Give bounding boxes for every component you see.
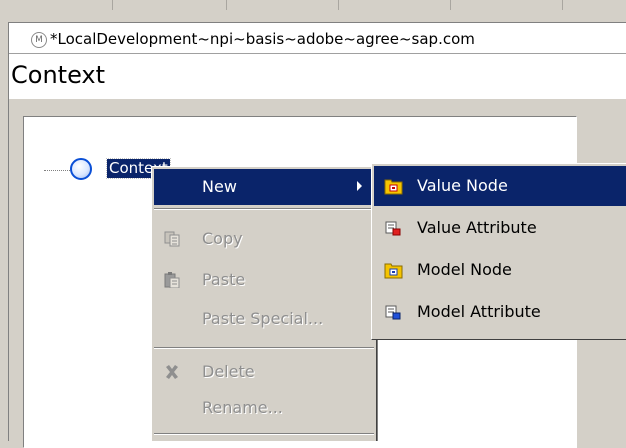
context-menu: New Copy Paste Paste Special... Delete R… bbox=[151, 166, 377, 441]
value-attribute-icon bbox=[385, 221, 401, 236]
submenu-item-value-node[interactable]: Value Node bbox=[374, 166, 626, 206]
copy-icon bbox=[164, 231, 180, 247]
strip-divider bbox=[562, 0, 563, 10]
menu-item-paste[interactable]: Paste bbox=[154, 262, 374, 298]
submenu-item-label: Model Node bbox=[417, 260, 512, 279]
menu-item-label: Paste Special... bbox=[202, 309, 324, 328]
delete-icon bbox=[166, 365, 178, 379]
menu-separator bbox=[154, 347, 374, 349]
value-node-icon bbox=[384, 179, 403, 195]
submenu-arrow-icon bbox=[357, 181, 362, 191]
section-header: Context bbox=[9, 54, 626, 99]
editor-title: *LocalDevelopment~npi~basis~adobe~agree~… bbox=[50, 30, 475, 48]
strip-divider bbox=[226, 0, 227, 10]
menu-item-label: Paste bbox=[202, 270, 246, 289]
menu-item-label: Delete bbox=[202, 362, 255, 381]
strip-divider bbox=[112, 0, 113, 10]
model-component-icon: M bbox=[31, 32, 47, 48]
menu-item-label: Rename... bbox=[202, 398, 283, 417]
section-title: Context bbox=[11, 61, 106, 89]
new-submenu: Value Node Value Attribute Model Node Mo… bbox=[371, 163, 626, 340]
submenu-item-label: Value Attribute bbox=[417, 218, 537, 237]
submenu-item-label: Value Node bbox=[417, 176, 508, 195]
submenu-item-model-attribute[interactable]: Model Attribute bbox=[374, 292, 626, 332]
menu-item-copy[interactable]: Copy bbox=[154, 221, 374, 257]
menu-item-new[interactable]: New bbox=[154, 169, 374, 205]
context-node-icon bbox=[70, 158, 92, 180]
strip-divider bbox=[338, 0, 339, 10]
menu-item-rename[interactable]: Rename... bbox=[154, 390, 374, 426]
submenu-item-label: Model Attribute bbox=[417, 302, 541, 321]
menu-item-paste-special[interactable]: Paste Special... bbox=[154, 301, 374, 337]
submenu-item-value-attribute[interactable]: Value Attribute bbox=[374, 208, 626, 248]
tree-connector-line bbox=[44, 170, 70, 171]
model-attribute-icon bbox=[385, 305, 401, 320]
model-node-icon bbox=[384, 263, 403, 279]
window-top-strip bbox=[0, 0, 626, 10]
submenu-item-model-node[interactable]: Model Node bbox=[374, 250, 626, 290]
paste-icon bbox=[164, 272, 180, 288]
menu-item-label: New bbox=[202, 177, 237, 196]
menu-separator bbox=[154, 433, 374, 435]
editor-title-bar: M *LocalDevelopment~npi~basis~adobe~agre… bbox=[9, 23, 626, 54]
strip-divider bbox=[450, 0, 451, 10]
menu-item-label: Copy bbox=[202, 229, 243, 248]
menu-separator bbox=[154, 208, 374, 210]
menu-item-delete[interactable]: Delete bbox=[154, 354, 374, 390]
